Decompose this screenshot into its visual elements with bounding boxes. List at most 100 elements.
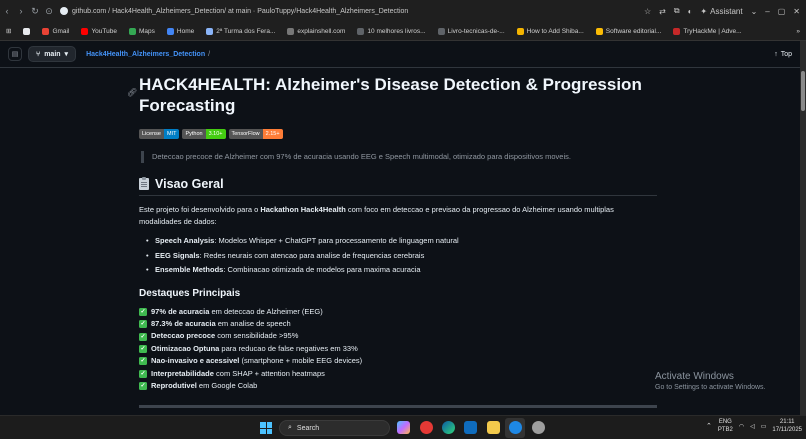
highlights-heading: Destaques Principais [139,287,241,299]
arrow-up-icon: ↑ [774,50,778,58]
bookmark-item[interactable]: 2ª Turma dos Fera... [200,27,281,35]
language-indicator[interactable]: ENG PTB2 [718,418,733,434]
bookmark-favicon-icon [166,27,174,35]
maximize-icon[interactable]: ▢ [778,7,786,16]
volume-icon[interactable]: ◁ [750,423,755,430]
list-item: Speech Analysis: Modelos Whisper + ChatG… [146,234,657,249]
bookmark-item[interactable]: Maps [123,27,161,35]
browser-toolbar: ‹ › ↻ ⊙ github.com / Hack4Health_Alzheim… [0,0,806,22]
highlights-list: ✓ 97% de acuracia em deteccao de Alzheime… [139,306,657,393]
search-icon: ⌕ [288,424,292,431]
list-item: EEG Signals: Redes neurais com atencao p… [146,249,657,264]
license-badge[interactable]: License MIT [139,129,180,139]
apps-icon[interactable]: ⊞ [0,27,17,35]
section-heading: Visao Geral [139,177,657,196]
back-icon[interactable]: ‹ [0,0,14,22]
feature-list: Speech Analysis: Modelos Whisper + ChatG… [146,234,657,278]
bookmark-favicon-icon [673,27,681,35]
bookmark-favicon-icon [437,27,445,35]
forward-icon[interactable]: › [14,0,28,22]
sparkle-icon: ✦ [700,6,708,16]
breadcrumb[interactable]: Hack4Health_Alzheimers_Detection [86,51,205,58]
repo-file-header: ▤ ⑂ main ▾ Hack4Health_Alzheimers_Detect… [0,41,800,68]
bookmarks-overflow-icon[interactable]: » [790,28,806,35]
clipboard-icon [139,177,149,190]
chevron-up-icon[interactable]: ⌃ [706,422,712,430]
reload-icon[interactable]: ↻ [28,0,42,22]
bookmark-item[interactable]: Software editorial... [590,27,668,35]
file-explorer-icon[interactable] [487,421,500,434]
outlook-icon[interactable] [464,421,477,434]
list-item: ✓ Deteccao precoce com sensibilidade >95% [139,331,299,341]
battery-icon[interactable]: ▭ [761,423,767,430]
list-item: ✓ 87.3% de acuracia em analise de speech [139,318,291,329]
bookmark-star-icon[interactable]: ☆ [644,7,651,16]
assistant-button[interactable]: ✦ Assistant [700,7,742,16]
scrollbar-thumb[interactable] [801,71,805,111]
youtube-icon[interactable] [420,421,433,434]
address-bar[interactable]: github.com / Hack4Health_Alzheimers_Dete… [60,7,644,15]
wifi-icon[interactable]: ◠ [739,423,744,430]
bookmark-favicon-icon [81,27,89,35]
breadcrumb-separator: / [208,50,211,58]
clock[interactable]: 21:11 17/11/2025 [772,418,802,434]
intro-paragraph: Este projeto foi desenvolvido para o Hac… [139,205,614,226]
profile-icon[interactable]: ◐ [688,7,693,16]
check-icon: ✓ [139,320,147,329]
section-divider [139,405,657,408]
bookmark-item[interactable]: YouTube [75,27,123,35]
bookmark-item[interactable]: explainshell.com [281,27,351,35]
bookmark-item[interactable]: Gmail [36,27,75,35]
top-button[interactable]: ↑ Top [774,51,792,58]
bookmark-favicon-icon [516,27,524,35]
python-badge[interactable]: Python 3.10+ [182,129,226,139]
branch-icon: ⑂ [36,50,41,58]
vscode-icon[interactable] [509,421,522,434]
url-text: github.com / Hack4Health_Alzheimers_Dete… [72,7,409,15]
list-item: ✓ 97% de acuracia em deteccao de Alzheime… [139,306,323,316]
readme-title: HACK4HEALTH: Alzheimer's Disease Detecti… [139,75,642,115]
bookmark-item[interactable]: Home [161,27,200,35]
check-icon: ✓ [139,382,147,391]
minimize-icon[interactable]: – [765,7,769,16]
check-icon: ✓ [139,307,147,316]
site-info-icon[interactable]: ⊙ [42,0,56,22]
chevron-down-icon: ▾ [64,51,69,58]
share-icon[interactable]: ⇄ [659,7,666,16]
bookmark-favicon-icon [23,27,31,35]
chevron-down-icon[interactable]: ⌄ [751,7,758,16]
page-scrollbar[interactable] [800,41,806,415]
taskbar-search[interactable]: ⌕ Search [279,420,390,436]
copilot-icon[interactable] [397,421,410,434]
branch-selector[interactable]: ⑂ main ▾ [28,46,77,62]
bookmark-item[interactable]: TryHackMe | Adve... [667,27,747,35]
list-item: ✓ Otimizacao Optuna para reducao de false… [139,343,358,353]
windows-taskbar: ⌕ Search ⌃ ENG PTB2 ◠ ◁ ▭ 21:11 17/11/20… [0,415,806,439]
check-icon: ✓ [139,344,147,353]
hackathon-name: Hackathon Hack4Health [260,205,346,214]
bookmark-item[interactable] [17,27,36,35]
list-item: Ensemble Methods: Combinacao otimizada d… [146,263,657,278]
link-anchor-icon[interactable]: 🔗︎ [127,88,137,97]
bookmark-favicon-icon [128,27,136,35]
extensions-icon[interactable]: ⧉ [674,6,680,16]
bookmark-item[interactable]: Livro-tecnicas-de-... [432,27,511,35]
activation-watermark: Activate Windows Go to Settings to activ… [655,371,766,391]
start-button[interactable] [260,422,272,434]
edge-icon[interactable] [442,421,455,434]
settings-gear-icon[interactable] [532,421,545,434]
bookmarks-bar: ⊞ Gmail YouTube Maps Home 2ª Turma dos F… [0,22,806,41]
badge-row: License MIT Python 3.10+ TensorFlow 2.15… [139,129,657,139]
list-item: ✓ Interpretabilidade com SHAP + attention… [139,368,325,378]
github-favicon-icon [60,7,68,15]
check-icon: ✓ [139,369,147,378]
close-icon[interactable]: ✕ [793,7,800,16]
system-tray: ⌃ ENG PTB2 ◠ ◁ ▭ 21:11 17/11/2025 [706,418,802,434]
check-icon: ✓ [139,332,147,341]
bookmark-favicon-icon [206,27,214,35]
sidebar-toggle-icon[interactable]: ▤ [8,47,22,61]
bookmark-item[interactable]: How to Add Shiba... [511,27,590,35]
check-icon: ✓ [139,357,147,366]
bookmark-item[interactable]: 10 melhores livros... [351,27,431,35]
tensorflow-badge[interactable]: TensorFlow 2.15+ [228,129,283,139]
